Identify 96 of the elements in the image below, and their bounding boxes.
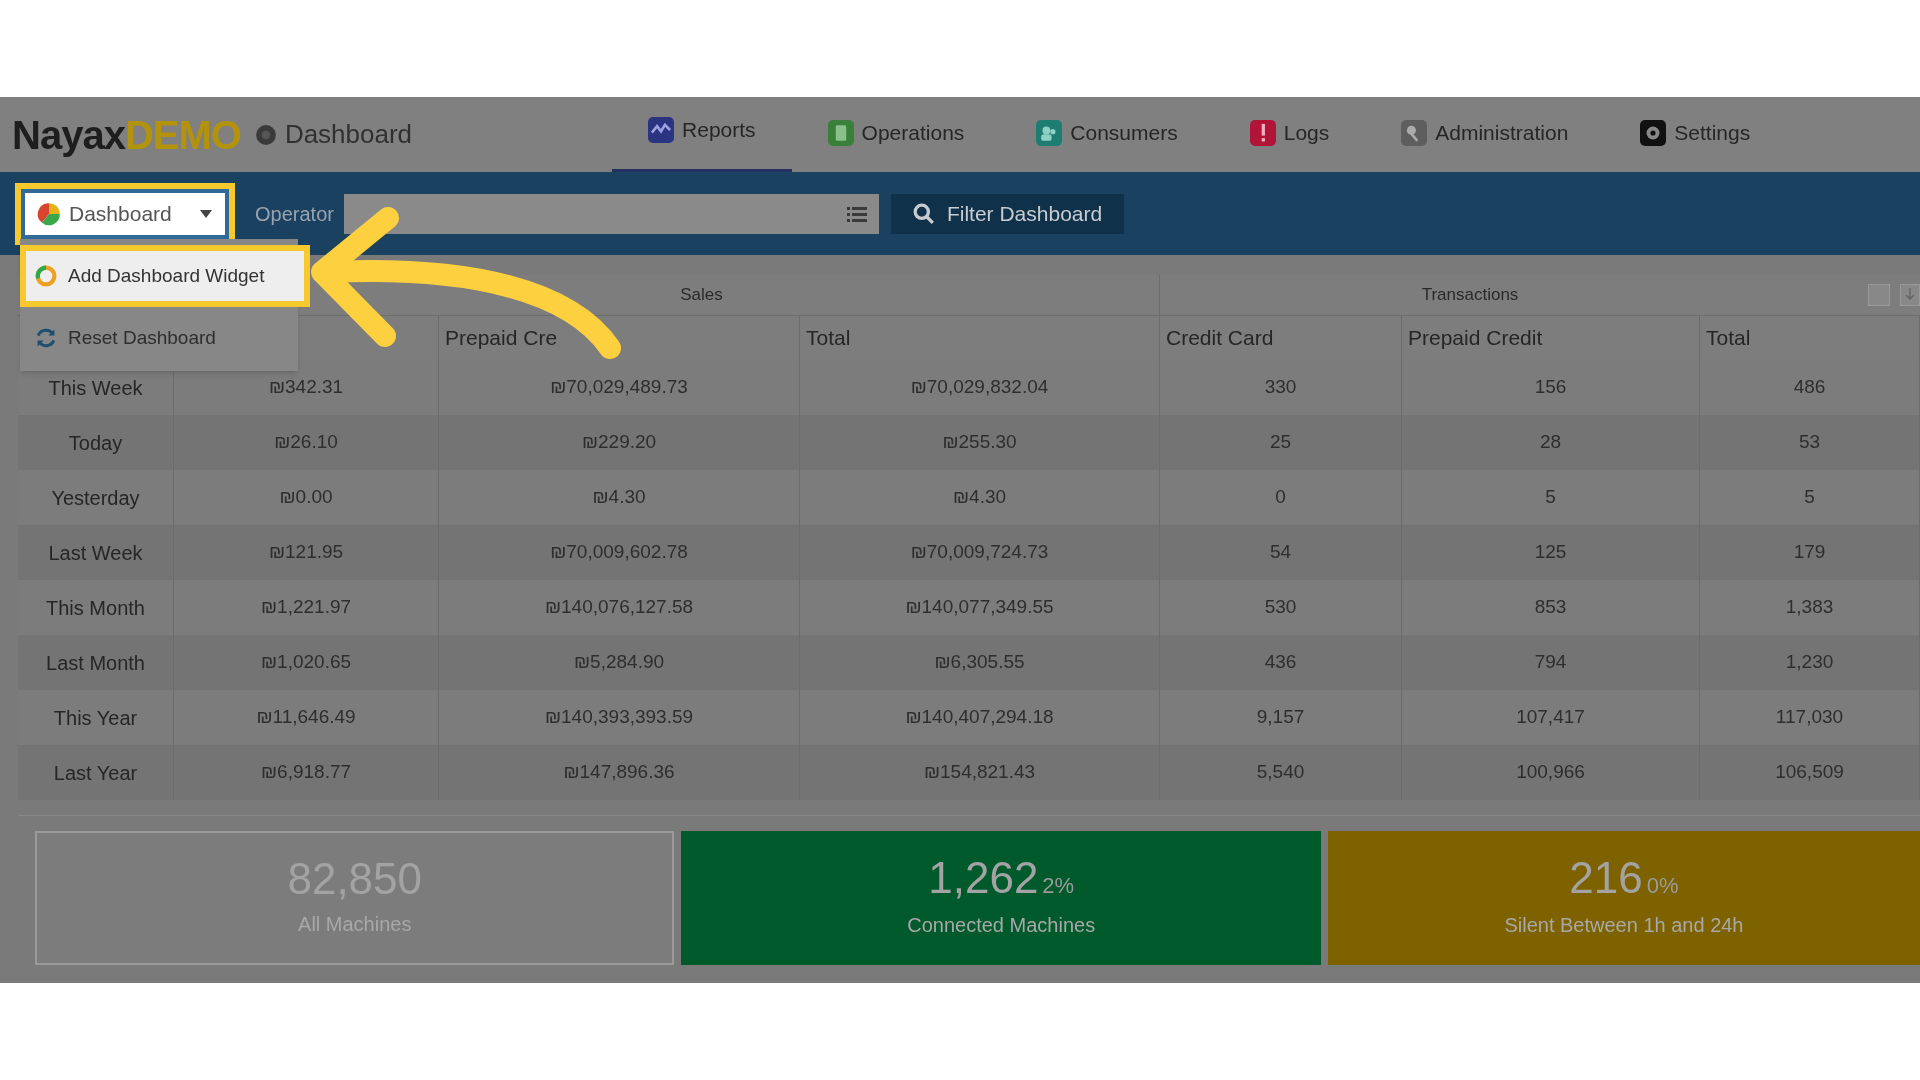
column-header[interactable]: Prepaid Credit: [1408, 322, 1543, 354]
people-icon: [1036, 120, 1063, 146]
group-heading: Sales: [680, 284, 723, 307]
table-cell-text: 5: [1804, 485, 1815, 510]
pie-chart-icon: [37, 201, 61, 226]
table-cell-text: ₪6,305.55: [934, 650, 1025, 675]
table-cell-text: ₪121.95: [268, 540, 344, 565]
table-cell-text: 25: [1269, 430, 1292, 455]
table-cell-text: 794: [1534, 650, 1567, 675]
table-cell-text: ₪229.20: [581, 430, 657, 455]
nav-tab[interactable]: Logs: [1213, 97, 1366, 172]
nav-tab[interactable]: Administration: [1365, 97, 1605, 172]
document-icon: [827, 120, 854, 146]
table-cell-text: 28: [1539, 430, 1562, 455]
nav-tab[interactable]: Operations: [791, 97, 1001, 172]
list-icon: [846, 204, 867, 223]
alert-icon: [1249, 120, 1276, 146]
table-cell-text: 436: [1264, 650, 1297, 675]
row-label: This Year: [53, 705, 138, 731]
gear-icon: [254, 123, 277, 146]
row-label: Today: [68, 430, 123, 456]
table-cell-text: 100,966: [1516, 760, 1585, 785]
refresh-icon: [34, 326, 58, 350]
logo: NayaxDEMO: [12, 114, 241, 155]
key-icon: [1401, 120, 1428, 146]
table-cell-text: ₪140,393,393.59: [544, 705, 694, 730]
table-cell-text: 5: [1545, 485, 1556, 510]
stat-value: 1,262: [928, 856, 1039, 900]
table-cell-text: ₪70,009,602.78: [550, 540, 688, 565]
stat-percent: 0%: [1646, 872, 1679, 900]
dashboard-dropdown[interactable]: Dashboard: [25, 192, 225, 235]
stat-value: 216: [1569, 856, 1643, 900]
column-header[interactable]: Total: [1706, 322, 1751, 354]
table-cell-text: ₪70,029,832.04: [910, 375, 1049, 400]
stat-percent: 2%: [1042, 872, 1075, 900]
table-cell-text: 54: [1269, 540, 1292, 565]
table-cell-text: 1,383: [1785, 595, 1834, 620]
table-cell-text: 0: [1275, 485, 1286, 510]
table-cell-text: 1,230: [1785, 650, 1834, 675]
search-icon: [912, 202, 935, 225]
table-cell-text: ₪6,918.77: [260, 760, 352, 785]
table-cell-text: ₪26.10: [274, 430, 338, 455]
stat-label: Silent Between 1h and 24h: [1504, 913, 1744, 938]
chart-icon: [648, 117, 675, 143]
table-cell-text: ₪4.30: [952, 485, 1007, 510]
table-cell-text: 330: [1264, 375, 1297, 400]
table-cell-text: ₪0.00: [279, 485, 333, 510]
settings-icon: [1640, 120, 1667, 146]
row-label: Last Year: [53, 760, 138, 786]
table-cell-text: 179: [1793, 540, 1826, 565]
table-cell-text: ₪140,076,127.58: [544, 595, 694, 620]
table-cell-text: ₪140,407,294.18: [905, 705, 1054, 730]
filter-dashboard-button[interactable]: Filter Dashboard: [890, 193, 1125, 234]
table-cell-text: ₪70,029,489.73: [550, 375, 688, 400]
column-header[interactable]: Prepaid Cre: [445, 322, 558, 354]
row-label: Last Month: [46, 650, 145, 676]
table-cell-text: 9,157: [1256, 705, 1305, 730]
table-cell-text: 53: [1798, 430, 1821, 455]
column-header[interactable]: Credit Card: [1166, 322, 1274, 354]
checkbox[interactable]: [1868, 284, 1890, 306]
table-cell-text: 107,417: [1516, 705, 1585, 730]
table-cell-text: ₪5,284.90: [573, 650, 665, 675]
column-header[interactable]: Total: [806, 322, 851, 354]
table-cell-text: ₪70,009,724.73: [910, 540, 1049, 565]
ring-icon: [34, 264, 58, 288]
page-title: Dashboard: [284, 118, 413, 151]
row-label: Yesterday: [51, 485, 140, 511]
group-heading: Transactions: [1421, 284, 1519, 307]
table-cell-text: ₪11,646.49: [256, 705, 356, 730]
menu-item[interactable]: Reset Dashboard: [20, 311, 298, 365]
operator-field[interactable]: [343, 193, 879, 234]
table-cell-text: 117,030: [1775, 705, 1844, 730]
nav-tab[interactable]: Settings: [1604, 97, 1787, 172]
nav-tab[interactable]: Consumers: [1000, 97, 1214, 172]
stat-label: Connected Machines: [907, 913, 1096, 938]
table-cell-text: 125: [1534, 540, 1567, 565]
table-cell-text: 5,540: [1256, 760, 1305, 785]
table-cell-text: 486: [1793, 375, 1826, 400]
table-cell-text: 530: [1264, 595, 1297, 620]
row-label: Last Week: [48, 540, 143, 566]
row-label: This Week: [48, 375, 143, 401]
table-cell-text: ₪4.30: [592, 485, 646, 510]
operator-label: Operator: [255, 201, 334, 227]
table-cell-text: 156: [1534, 375, 1567, 400]
row-label: This Month: [46, 595, 145, 621]
table-cell-text: ₪1,221.97: [260, 595, 352, 620]
table-cell-text: ₪342.31: [268, 375, 344, 400]
table-cell-text: ₪154,821.43: [923, 760, 1036, 785]
table-cell-text: 106,509: [1775, 760, 1844, 785]
table-cell-text: 853: [1534, 595, 1567, 620]
menu-item[interactable]: Add Dashboard Widget: [20, 245, 310, 307]
table-cell-text: ₪255.30: [942, 430, 1017, 455]
table-cell-text: ₪1,020.65: [260, 650, 352, 675]
table-cell-text: ₪140,077,349.55: [905, 595, 1054, 620]
table-cell-text: ₪147,896.36: [563, 760, 675, 785]
caret-icon: [199, 208, 213, 219]
